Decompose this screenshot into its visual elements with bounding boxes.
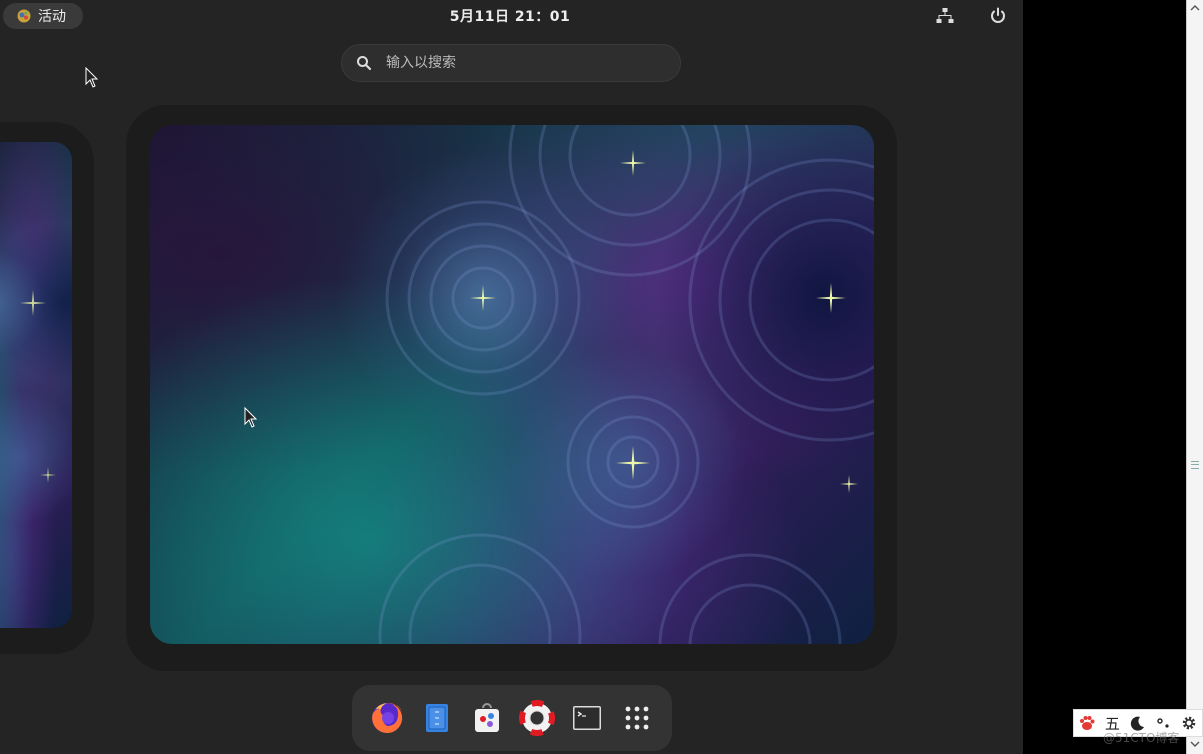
workspace-current-thumbnail[interactable] [150,125,874,644]
terminal-icon[interactable] [569,700,605,736]
app-grid-icon[interactable] [619,700,655,736]
star-decoration [616,446,650,480]
star-decoration [816,283,846,313]
clock[interactable]: 5月11日 21：01 [430,6,590,26]
scroll-up-arrow-icon[interactable] [1189,2,1201,14]
activities-label: 活动 [38,9,66,25]
help-lifebuoy-icon[interactable] [519,700,555,736]
search-input[interactable] [384,54,648,72]
wallpaper-swirls [378,125,874,644]
scroll-down-arrow-icon[interactable] [1189,738,1201,750]
text-editor-icon[interactable] [419,700,455,736]
network-wired-icon[interactable] [936,7,954,25]
baidu-paw-icon[interactable] [1074,710,1100,736]
search-icon [357,56,372,71]
watermark-text: @51CTO博客 [1103,731,1180,745]
activities-logo-icon [17,9,31,23]
star-decoration [40,467,56,483]
search-entry[interactable] [341,44,681,82]
gnome-overview: 活动 5月11日 21：01 [0,0,1023,754]
star-decoration [840,475,858,493]
power-icon[interactable] [988,6,1008,26]
mouse-cursor-icon [244,407,258,428]
dash [352,685,672,751]
scroll-thumb-grip[interactable] [1191,461,1199,469]
star-decoration [20,290,46,316]
firefox-icon[interactable] [369,700,405,736]
top-bar: 活动 5月11日 21：01 [0,0,1023,32]
star-decoration [470,285,496,311]
star-decoration [620,150,646,176]
activities-button[interactable]: 活动 [3,3,83,29]
workspace-previous-thumbnail[interactable] [0,142,72,628]
mouse-cursor-icon [85,67,99,88]
settings-gear-icon[interactable] [1176,710,1202,736]
software-store-icon[interactable] [469,700,505,736]
vertical-scrollbar[interactable] [1186,0,1203,754]
